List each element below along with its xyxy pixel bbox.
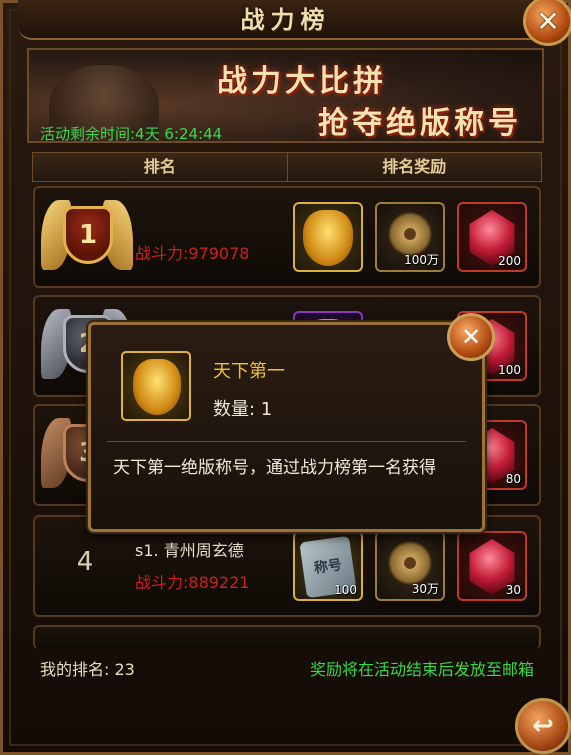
gold-rank-badge-icon: 1 bbox=[41, 196, 133, 280]
back-button[interactable]: ↩ bbox=[515, 698, 571, 754]
banner-line1: 战力大比拼 bbox=[217, 64, 387, 99]
popup-item-frame bbox=[121, 351, 191, 421]
reward-qty: 100 bbox=[498, 363, 521, 377]
rank-row-1[interactable]: 1 战斗力:979078 100万 200 bbox=[33, 186, 541, 288]
player-name: s1. 青州周玄德 bbox=[135, 541, 244, 560]
reward-qty: 100万 bbox=[404, 253, 439, 267]
reward-qty: 200 bbox=[498, 254, 521, 268]
rank-number: 1 bbox=[63, 206, 113, 264]
page-title: 战力榜 bbox=[240, 6, 331, 34]
my-rank: 我的排名: 23 bbox=[40, 660, 135, 679]
popup-item-quantity: 数量: 1 bbox=[213, 399, 273, 420]
power-value: 战斗力:889221 bbox=[135, 573, 250, 592]
reward-qty: 30 bbox=[505, 583, 521, 597]
reward-golden-mask[interactable] bbox=[293, 202, 363, 272]
reward-note: 奖励将在活动结束后发放至邮箱 bbox=[309, 660, 534, 679]
rank-row-5[interactable] bbox=[33, 625, 541, 649]
golden-mask-icon bbox=[303, 210, 353, 266]
popup-item-name: 天下第一 bbox=[213, 361, 285, 382]
reward-qty: 30万 bbox=[411, 582, 439, 596]
close-button[interactable]: ✕ bbox=[523, 0, 571, 46]
reward-coin[interactable]: 100万 bbox=[375, 202, 445, 272]
reward-title-scroll[interactable]: 称号 100 bbox=[293, 531, 363, 601]
reward-coin[interactable]: 30万 bbox=[375, 531, 445, 601]
reward-gem[interactable]: 200 bbox=[457, 202, 527, 272]
popup-divider bbox=[107, 441, 466, 442]
popup-close-button[interactable]: ✕ bbox=[447, 313, 495, 361]
item-detail-popup: 天下第一 数量: 1 天下第一绝版称号，通过战力榜第一名获得 ✕ bbox=[88, 313, 495, 532]
copper-coin-icon bbox=[388, 541, 432, 585]
copper-coin-icon bbox=[388, 212, 432, 256]
back-arrow-icon: ↩ bbox=[532, 711, 554, 741]
table-header: 排名 排名奖励 bbox=[32, 152, 542, 182]
header-rank: 排名 bbox=[143, 157, 176, 176]
title-bar: 战力榜 bbox=[18, 0, 553, 40]
close-icon: ✕ bbox=[536, 4, 560, 38]
rank-number: 4 bbox=[76, 547, 94, 577]
power-value: 战斗力:979078 bbox=[135, 244, 250, 263]
reward-gem[interactable]: 30 bbox=[457, 531, 527, 601]
event-timer: 活动剩余时间:4天 6:24:44 bbox=[40, 125, 223, 143]
golden-mask-icon bbox=[133, 359, 181, 415]
banner-line2: 抢夺绝版称号 bbox=[318, 106, 522, 141]
footer: 我的排名: 23 奖励将在活动结束后发放至邮箱 bbox=[32, 652, 542, 682]
close-icon: ✕ bbox=[460, 323, 482, 351]
reward-qty: 100 bbox=[334, 583, 357, 597]
popup-description: 天下第一绝版称号，通过战力榜第一名获得 bbox=[113, 458, 436, 478]
reward-qty: 80 bbox=[505, 472, 521, 486]
header-reward: 排名奖励 bbox=[286, 153, 542, 181]
